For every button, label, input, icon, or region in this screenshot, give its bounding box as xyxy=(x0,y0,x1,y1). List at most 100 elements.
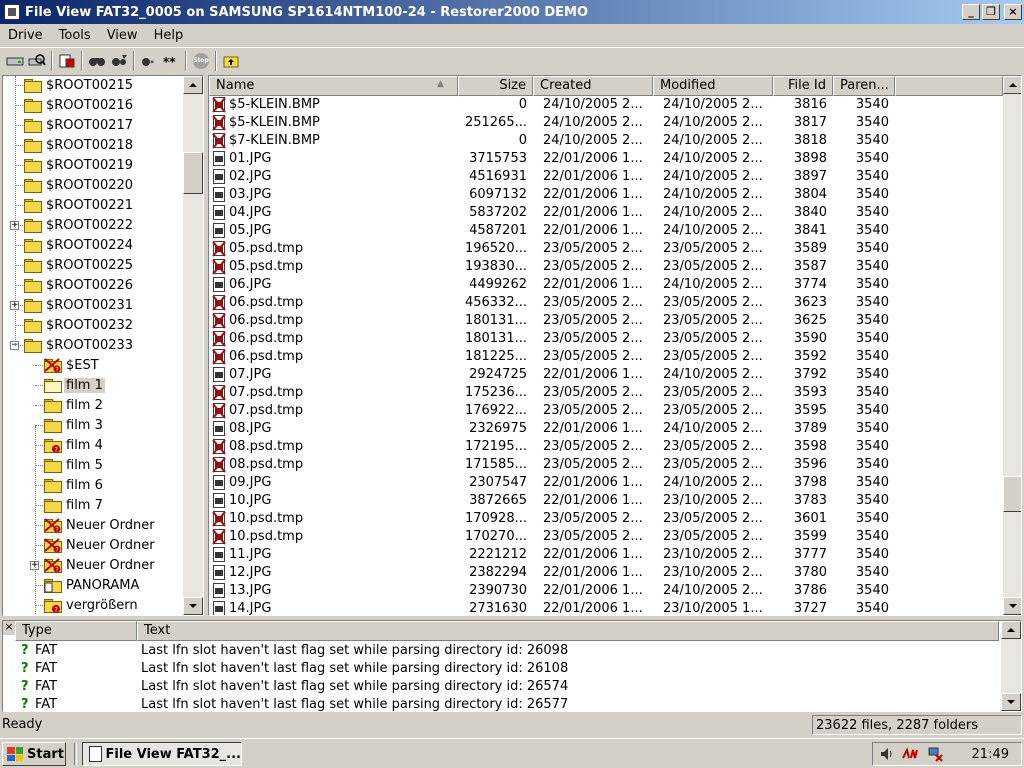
tree-item[interactable]: $ROOT00231 xyxy=(23,295,135,315)
close-button[interactable]: × xyxy=(1004,4,1022,20)
table-row[interactable]: 01.JPG 3715753 22/01/2006 1... 24/10/2005 2… xyxy=(209,150,1003,168)
tree-item[interactable]: $ROOT00222 xyxy=(23,215,135,235)
log-scroll-down-button[interactable] xyxy=(1001,693,1021,711)
wildcard-icon[interactable]: ** xyxy=(160,51,182,71)
tree-scroll-up-button[interactable] xyxy=(183,76,203,94)
tree-item[interactable]: $ROOT00220 xyxy=(23,175,135,195)
log-pane[interactable]: × Type Text ? FAT Last lfn slot haven't la… xyxy=(2,620,1022,712)
tree-item[interactable]: $ROOT00218 xyxy=(23,135,135,155)
log-row[interactable]: ? FAT Last lfn slot haven't last flag set … xyxy=(15,660,999,678)
recover-icon[interactable] xyxy=(56,51,78,71)
tree-scrollbar[interactable] xyxy=(183,76,203,615)
tree-item[interactable]: $ROOT00232 xyxy=(23,315,135,335)
tree-item[interactable]: film 6 xyxy=(43,475,105,495)
volume-icon[interactable] xyxy=(877,746,897,762)
tree-item[interactable]: film 2 xyxy=(43,395,105,415)
table-row[interactable]: 06.psd.tmp 456332... 23/05/2005 2... 23/05/… xyxy=(209,294,1003,312)
table-row[interactable]: 05.JPG 4587201 22/01/2006 1... 24/10/2005 2… xyxy=(209,222,1003,240)
antivirus-icon[interactable] xyxy=(901,746,921,762)
table-row[interactable]: 07.psd.tmp 175236... 23/05/2005 2... 23/05/… xyxy=(209,384,1003,402)
tree-item[interactable]: $ROOT00224 xyxy=(23,235,135,255)
log-scroll-up-button[interactable] xyxy=(1001,621,1021,639)
tree-item[interactable]: ? Neuer Ordner xyxy=(43,555,157,575)
folder-tree[interactable]: $ROOT00215 $ROOT00216 $ROOT00217 $ROOT00218… xyxy=(2,75,204,616)
table-row[interactable]: 06.psd.tmp 180131... 23/05/2005 2... 23/05/… xyxy=(209,312,1003,330)
tree-item[interactable]: film 5 xyxy=(43,455,105,475)
table-row[interactable]: 07.psd.tmp 176922... 23/05/2005 2... 23/05/… xyxy=(209,402,1003,420)
menu-tools[interactable]: Tools xyxy=(51,28,99,43)
table-row[interactable]: 10.psd.tmp 170270... 23/05/2005 2... 23/05/… xyxy=(209,528,1003,546)
table-row[interactable]: 04.JPG 5837202 22/01/2006 1... 24/10/2005 2… xyxy=(209,204,1003,222)
log-row[interactable]: ? FAT Last lfn slot haven't last flag set … xyxy=(15,696,999,711)
app-icon[interactable] xyxy=(4,4,20,20)
mask-icon[interactable]: * xyxy=(138,51,160,71)
tree-item[interactable]: $ROOT00219 xyxy=(23,155,135,175)
stop-button[interactable]: Stop xyxy=(190,51,212,71)
restore-button[interactable]: ❐ xyxy=(982,4,1000,20)
file-list[interactable]: Name Size Created Modified File Id Paren… xyxy=(208,75,1022,616)
network-disconnected-icon[interactable] xyxy=(925,746,945,762)
table-row[interactable]: 08.psd.tmp 172195... 23/05/2005 2... 23/05/… xyxy=(209,438,1003,456)
table-row[interactable]: 09.JPG 2307547 22/01/2006 1... 24/10/2005 2… xyxy=(209,474,1003,492)
table-row[interactable]: 12.JPG 2382294 22/01/2006 1... 23/10/2005 2… xyxy=(209,564,1003,582)
tree-item[interactable]: ? film 4 xyxy=(43,435,105,455)
table-row[interactable]: 06.psd.tmp 181225... 23/05/2005 2... 23/05/… xyxy=(209,348,1003,366)
table-row[interactable]: 14.JPG 2731630 22/01/2006 1... 23/10/2005 1… xyxy=(209,600,1003,615)
tree-item[interactable]: film 3 xyxy=(43,415,105,435)
tree-item[interactable]: PANORAMA xyxy=(43,575,141,595)
log-scrollbar[interactable] xyxy=(1001,621,1021,711)
table-row[interactable]: 05.psd.tmp 193830... 23/05/2005 2... 23/05/… xyxy=(209,258,1003,276)
table-row[interactable]: 06.JPG 4499262 22/01/2006 1... 24/10/2005 2… xyxy=(209,276,1003,294)
menu-drive[interactable]: Drive xyxy=(0,28,51,43)
table-row[interactable]: 03.JPG 6097132 22/01/2006 1... 24/10/2005 2… xyxy=(209,186,1003,204)
table-row[interactable]: 05.psd.tmp 196520... 23/05/2005 2... 23/05/… xyxy=(209,240,1003,258)
table-row[interactable]: 08.JPG 2326975 22/01/2006 1... 24/10/2005 2… xyxy=(209,420,1003,438)
tree-item[interactable]: $ROOT00225 xyxy=(23,255,135,275)
column-created[interactable]: Created xyxy=(533,76,653,96)
list-scrollbar[interactable] xyxy=(1003,76,1021,615)
tree-item[interactable]: $ROOT00226 xyxy=(23,275,135,295)
drive-icon[interactable] xyxy=(4,51,26,71)
taskbar-item-file-view[interactable]: File View FAT32_... xyxy=(82,742,242,766)
find-icon[interactable] xyxy=(86,51,108,71)
tree-item[interactable]: film 1 xyxy=(43,375,105,395)
clock[interactable]: 21:49 xyxy=(972,747,1009,762)
table-row[interactable]: $7-KLEIN.BMP 0 24/10/2005 2... 24/10/2005 2… xyxy=(209,132,1003,150)
log-row[interactable]: ? FAT Last lfn slot haven't last flag set … xyxy=(15,642,999,660)
find-next-icon[interactable] xyxy=(108,51,130,71)
start-button[interactable]: Start xyxy=(2,742,66,766)
tree-item[interactable]: $ROOT00217 xyxy=(23,115,135,135)
tree-item[interactable]: ? vergrößern xyxy=(43,595,140,615)
log-close-icon[interactable]: × xyxy=(3,621,15,635)
tree-item[interactable]: film 7 xyxy=(43,495,105,515)
tree-item[interactable]: $ROOT00216 xyxy=(23,95,135,115)
tree-item[interactable]: ? $EST xyxy=(43,355,101,375)
up-folder-icon[interactable] xyxy=(220,51,242,71)
tree-item[interactable]: ? Neuer Ordner xyxy=(43,515,157,535)
table-row[interactable]: 11.JPG 2221212 22/01/2006 1... 23/10/2005 2… xyxy=(209,546,1003,564)
log-column-type[interactable]: Type xyxy=(15,621,137,641)
table-row[interactable]: 08.psd.tmp 171585... 23/05/2005 2... 23/05/… xyxy=(209,456,1003,474)
tree-item[interactable]: $ROOT00215 xyxy=(23,76,135,95)
column-size[interactable]: Size xyxy=(458,76,533,96)
list-scroll-down-button[interactable] xyxy=(1003,597,1021,615)
table-row[interactable]: 10.psd.tmp 170928... 23/05/2005 2... 23/05/… xyxy=(209,510,1003,528)
tree-item[interactable]: ? Neuer Ordner xyxy=(43,535,157,555)
menu-view[interactable]: View xyxy=(99,28,146,43)
column-file-id[interactable]: File Id xyxy=(773,76,833,96)
tree-scroll-down-button[interactable] xyxy=(183,597,203,615)
list-scroll-thumb[interactable] xyxy=(1003,476,1021,512)
title-bar[interactable]: File View FAT32_0005 on SAMSUNG SP1614NT… xyxy=(0,0,1024,24)
table-row[interactable]: 07.JPG 2924725 22/01/2006 1... 24/10/2005 2… xyxy=(209,366,1003,384)
scan-drive-icon[interactable] xyxy=(26,51,48,71)
table-row[interactable]: 13.JPG 2390730 22/01/2006 1... 24/10/2005 2… xyxy=(209,582,1003,600)
log-column-text[interactable]: Text xyxy=(137,621,999,641)
tree-scroll-thumb[interactable] xyxy=(183,152,203,194)
column-name[interactable]: Name xyxy=(209,76,458,96)
table-row[interactable]: $5-KLEIN.BMP 251265... 24/10/2005 2... 24/1… xyxy=(209,114,1003,132)
list-scroll-up-button[interactable] xyxy=(1003,76,1021,94)
column-parent[interactable]: Paren... xyxy=(833,76,895,96)
table-row[interactable]: 02.JPG 4516931 22/01/2006 1... 24/10/2005 2… xyxy=(209,168,1003,186)
menu-help[interactable]: Help xyxy=(146,28,192,43)
column-modified[interactable]: Modified xyxy=(653,76,773,96)
